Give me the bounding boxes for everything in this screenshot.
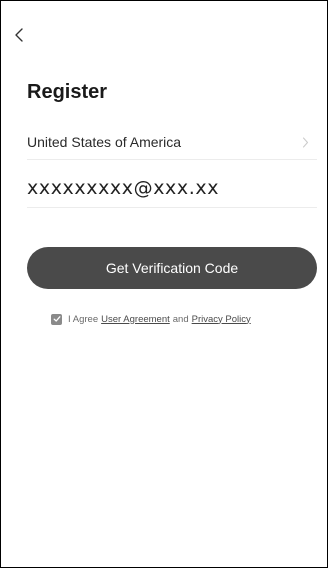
chevron-right-icon [302, 136, 309, 148]
user-agreement-link[interactable]: User Agreement [101, 314, 170, 325]
email-field[interactable] [27, 171, 317, 205]
agree-and-text: and [172, 313, 189, 325]
agree-prefix-text: I Agree [68, 313, 99, 325]
register-screen: Register United States of America Get Ve… [0, 0, 328, 568]
email-field-wrapper [27, 171, 317, 208]
chevron-left-icon [14, 27, 24, 43]
country-value: United States of America [27, 134, 182, 150]
privacy-policy-link[interactable]: Privacy Policy [192, 314, 251, 325]
agree-checkbox[interactable] [51, 313, 62, 325]
country-selector[interactable]: United States of America [27, 125, 317, 160]
checkmark-icon [53, 316, 60, 322]
back-button[interactable] [9, 23, 29, 47]
agreement-row: I Agree User Agreement and Privacy Polic… [51, 312, 251, 326]
get-verification-code-button[interactable]: Get Verification Code [27, 247, 317, 289]
page-title: Register [27, 81, 108, 103]
